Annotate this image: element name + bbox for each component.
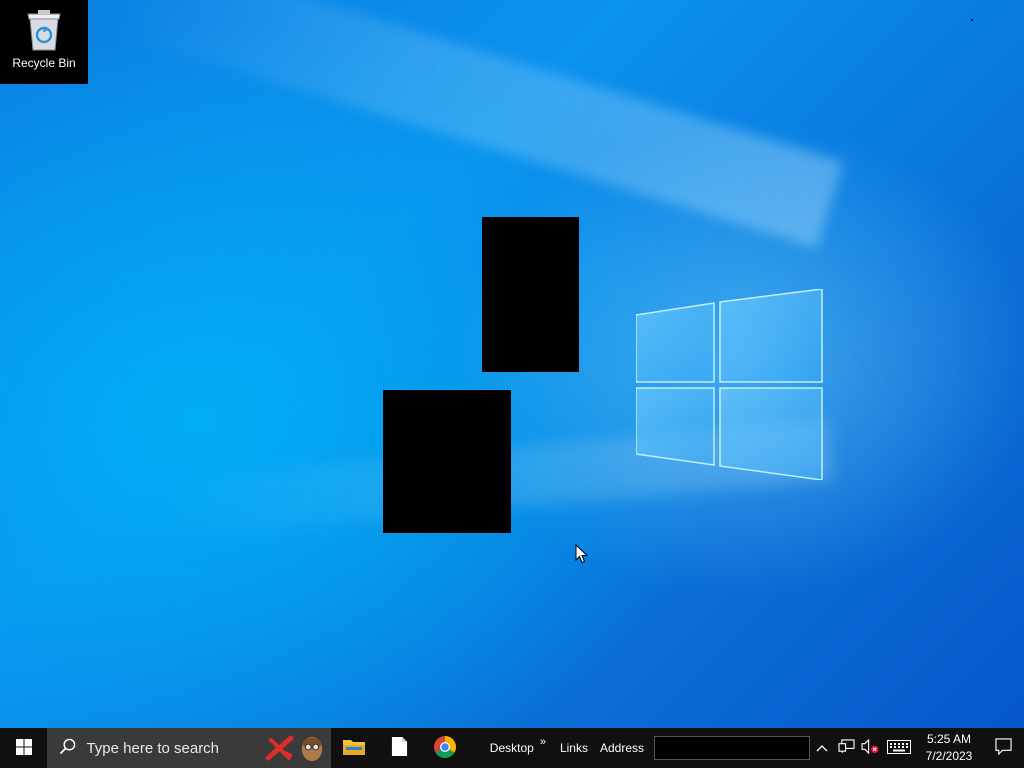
search-highlight-graphic [265, 733, 325, 763]
redacted-region [482, 217, 579, 372]
recycle-bin-icon [24, 8, 64, 52]
windows-start-icon [15, 738, 32, 758]
clock-time: 5:25 AM [926, 732, 972, 746]
taskbar-search-box[interactable]: Type here to search [47, 728, 332, 768]
taskbar-file-explorer[interactable] [331, 728, 376, 768]
links-toolbar-label[interactable]: Links [554, 741, 594, 755]
toolbar-overflow-chevron-icon[interactable]: » [540, 736, 546, 748]
touch-keyboard-button[interactable] [882, 728, 916, 768]
clock-date: 7/2/2023 [925, 749, 973, 763]
redacted-region [383, 390, 511, 533]
wallpaper-windows-logo [635, 288, 824, 481]
desktop-speck [971, 19, 973, 21]
folder-icon [342, 737, 366, 760]
taskbar-chrome[interactable] [422, 728, 467, 768]
address-toolbar-label: Address [599, 741, 644, 755]
taskbar-notepad[interactable] [377, 728, 422, 768]
start-button[interactable] [0, 728, 47, 768]
network-button[interactable] [834, 728, 858, 768]
document-icon [391, 736, 408, 760]
mouse-cursor-icon [575, 543, 589, 564]
desktop-icon-recycle-bin[interactable]: Recycle Bin [0, 0, 88, 84]
search-placeholder: Type here to search [86, 739, 220, 757]
desktop-icon-label: Recycle Bin [12, 56, 76, 70]
volume-muted-icon [861, 738, 880, 757]
show-hidden-icons-button[interactable] [810, 728, 834, 768]
chrome-icon [433, 735, 457, 762]
chevron-up-icon [816, 741, 828, 755]
system-tray: 5:25 AM 7/2/2023 [810, 728, 1024, 768]
volume-button[interactable] [858, 728, 882, 768]
address-input[interactable] [654, 736, 810, 760]
desktop-toolbar-label[interactable]: Desktop [484, 741, 540, 755]
pilot-icon [302, 736, 323, 761]
keyboard-icon [887, 739, 911, 757]
notification-icon [994, 738, 1012, 758]
taskbar: Type here to search Desktop » Links Addr… [0, 728, 1024, 768]
wallpaper-light-beam [109, 0, 844, 249]
taskbar-clock[interactable]: 5:25 AM 7/2/2023 [920, 731, 978, 765]
network-icon [837, 739, 855, 757]
airplane-icon [265, 735, 294, 761]
action-center-button[interactable] [982, 728, 1024, 768]
search-icon [59, 738, 76, 759]
